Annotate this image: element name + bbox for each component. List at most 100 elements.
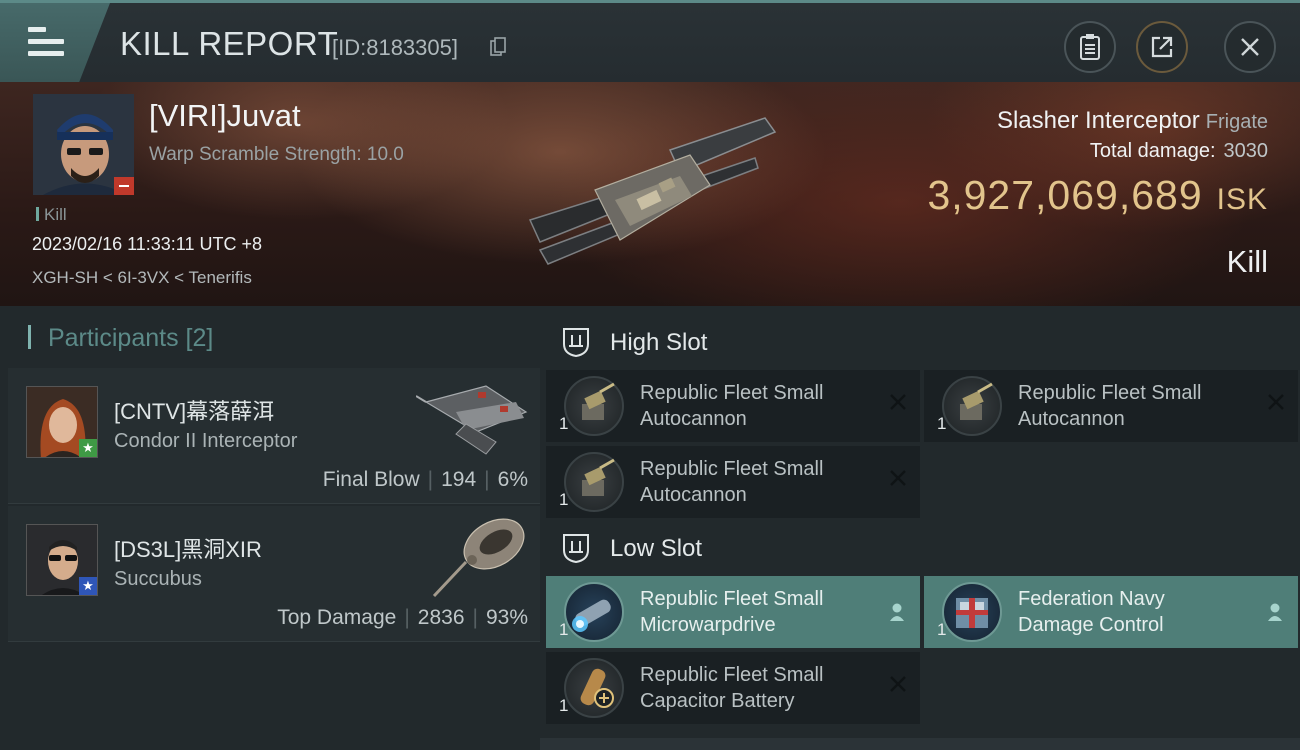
module-name: Republic Fleet Small Microwarpdrive [640, 586, 823, 638]
module-item[interactable]: 1 Republic Fleet Small Autocannon [924, 370, 1298, 442]
share-icon [1151, 36, 1173, 58]
participant-avatar[interactable]: ★ [26, 386, 98, 458]
kill-result: Kill [1226, 244, 1268, 279]
participant-avatar[interactable]: ★ [26, 524, 98, 596]
victim-pilot-name[interactable]: [VIRI]Juvat [149, 98, 301, 134]
participants-heading: Participants [2] [28, 324, 213, 353]
high-slot-label: High Slot [610, 329, 708, 356]
negative-standing-badge [114, 177, 134, 195]
ship-name-label: Slasher Interceptor [996, 107, 1200, 134]
kill-tag: Kill [36, 205, 67, 225]
damage-control-icon [942, 582, 1002, 642]
participant-percent: 6% [497, 468, 528, 491]
ship-class-label: Frigate [1205, 111, 1268, 133]
module-item[interactable]: 1 Republic Fleet Small Autocannon [546, 370, 920, 442]
close-button[interactable] [1224, 21, 1276, 73]
participant-role: Final Blow [322, 468, 420, 491]
participant-ship: Condor II Interceptor [114, 430, 298, 452]
total-damage: Total damage: 3030 [1090, 140, 1268, 163]
isk-value: 3,927,069,689 ISK [927, 172, 1268, 219]
victim-banner: [VIRI]Juvat Warp Scramble Strength: 10.0… [0, 82, 1300, 306]
participant-stats: Final Blow | 194 | 6% [323, 468, 528, 492]
module-name-line1: Federation Navy [1018, 588, 1165, 610]
kill-report-header: KILL REPORT [ID:8183305] [0, 0, 1300, 82]
module-name-line2: Autocannon [1018, 408, 1125, 430]
participant-name[interactable]: [DS3L]黑洞XIR [114, 532, 262, 564]
module-quantity: 1 [937, 620, 947, 639]
module-name: Federation Navy Damage Control [1018, 586, 1165, 638]
module-item[interactable]: 1 Republic Fleet Small Capacitor Battery [546, 652, 920, 724]
separator: | [427, 468, 434, 491]
copy-icon[interactable] [490, 37, 506, 57]
module-quantity: 1 [559, 620, 569, 639]
low-slot-icon [563, 534, 589, 564]
next-section-edge [540, 738, 1300, 750]
destroyed-icon [1266, 392, 1286, 417]
menu-button[interactable] [0, 3, 110, 82]
module-name-line2: Capacitor Battery [640, 690, 795, 712]
module-item[interactable]: 1 Federation Navy Damage Control [924, 576, 1298, 648]
module-item[interactable]: 1 Republic Fleet Small Autocannon [546, 446, 920, 518]
module-quantity: 1 [937, 414, 947, 433]
participant-card[interactable]: ★ [CNTV]幕落薛洱 Condor II Interceptor Final… [8, 368, 540, 504]
low-slot-heading: Low Slot [560, 532, 702, 564]
kill-datetime: 2023/02/16 11:33:11 UTC +8 [32, 234, 263, 254]
participant-ship-image[interactable] [416, 510, 536, 600]
isk-unit: ISK [1216, 183, 1268, 216]
module-name-line2: Damage Control [1018, 614, 1164, 636]
module-quantity: 1 [559, 414, 569, 433]
page-title: KILL REPORT [120, 25, 339, 62]
participant-damage: 2836 [417, 606, 465, 629]
separator: | [484, 468, 490, 491]
participants-count: [2] [185, 324, 214, 352]
total-damage-label: Total damage: [1089, 140, 1216, 162]
total-damage-value: 3030 [1223, 140, 1269, 162]
low-slot-label: Low Slot [610, 535, 703, 562]
victim-ship-image[interactable] [520, 110, 780, 280]
dropped-pilot-icon [890, 603, 904, 621]
capacitor-battery-icon [564, 658, 624, 718]
victim-avatar[interactable] [33, 94, 134, 195]
friendly-star-icon: ★ [79, 577, 97, 595]
participant-card[interactable]: ★ [DS3L]黑洞XIR Succubus Top Damage | 2836 | 9… [8, 506, 540, 642]
friendly-star-icon: ★ [79, 439, 97, 457]
participant-ship: Succubus [114, 568, 202, 590]
close-icon [1241, 38, 1259, 56]
participant-stats: Top Damage | 2836 | 93% [277, 606, 528, 630]
autocannon-icon [564, 376, 624, 436]
module-name-line1: Republic Fleet Small [640, 588, 824, 610]
participant-ship-image[interactable] [416, 372, 536, 462]
participant-role: Top Damage [277, 606, 397, 629]
participants-panel: Participants [2] ★ [CNTV]幕落薛洱 Condor II … [0, 306, 540, 750]
participant-percent: 93% [485, 606, 528, 629]
module-name-line1: Republic Fleet Small [640, 458, 824, 480]
separator: | [404, 606, 410, 629]
dropped-pilot-icon [1268, 603, 1282, 621]
clipboard-button[interactable] [1064, 21, 1116, 73]
module-name-line1: Republic Fleet Small [640, 382, 824, 404]
fitting-panel: High Slot 1 Republic Fleet Small Autocann… [540, 306, 1300, 750]
hamburger-icon [28, 27, 64, 57]
victim-ship-name[interactable]: Slasher Interceptor Frigate [997, 107, 1268, 135]
report-id: [ID:8183305] [332, 35, 458, 60]
module-name-line2: Microwarpdrive [640, 614, 776, 636]
module-name-line2: Autocannon [640, 484, 747, 506]
destroyed-icon [888, 674, 908, 699]
clipboard-icon [1080, 34, 1100, 60]
warp-scramble-strength: Warp Scramble Strength: 10.0 [149, 144, 404, 165]
module-quantity: 1 [559, 490, 569, 509]
participant-name[interactable]: [CNTV]幕落薛洱 [114, 394, 274, 426]
module-name: Republic Fleet Small Autocannon [1018, 380, 1201, 432]
share-button[interactable] [1136, 21, 1188, 73]
high-slot-heading: High Slot [560, 326, 707, 358]
module-name: Republic Fleet Small Autocannon [640, 380, 823, 432]
separator: | [472, 606, 478, 629]
autocannon-icon [942, 376, 1002, 436]
kill-location[interactable]: XGH-SH < 6I-3VX < Tenerifis [32, 268, 252, 288]
high-slot-icon [563, 328, 589, 358]
destroyed-icon [888, 392, 908, 417]
destroyed-icon [888, 468, 908, 493]
module-name-line1: Republic Fleet Small [640, 664, 824, 686]
module-item[interactable]: 1 Republic Fleet Small Microwarpdrive [546, 576, 920, 648]
microwarpdrive-icon [564, 582, 624, 642]
